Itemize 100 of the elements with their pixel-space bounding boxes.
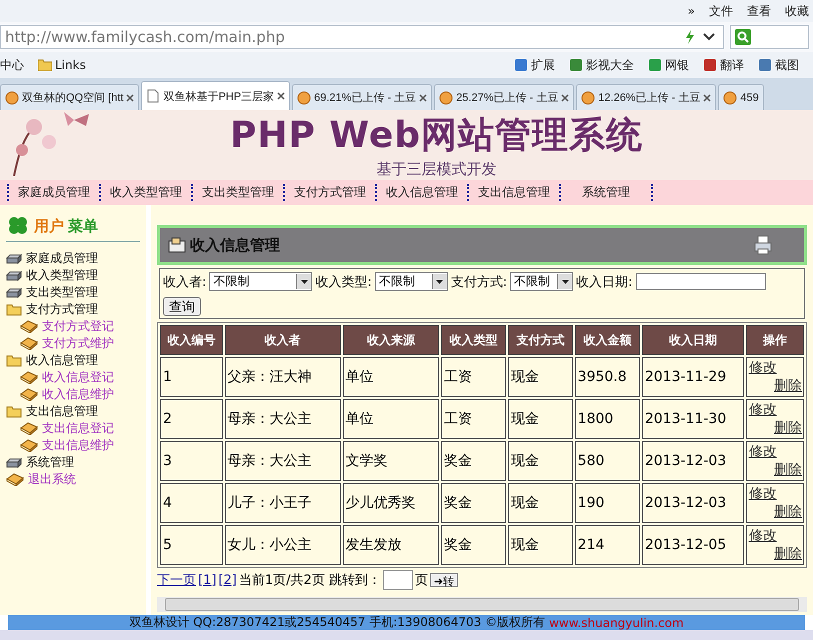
sidebar-link[interactable]: 支出信息登记 bbox=[42, 420, 114, 437]
sidebar-item[interactable]: 支出信息管理 bbox=[26, 403, 98, 420]
query-button[interactable]: 查询 bbox=[163, 297, 201, 316]
page-number-field[interactable] bbox=[382, 570, 413, 590]
action-link[interactable]: 删除 bbox=[774, 377, 802, 395]
footer-text: 双鱼林设计 QQ:287307421或254540457 手机:13908064703 ©版权所有 bbox=[129, 614, 546, 631]
column-header: 支付方式 bbox=[508, 325, 573, 355]
table-cell: 5 bbox=[160, 525, 223, 565]
sidebar-link[interactable]: 收入信息维护 bbox=[42, 386, 114, 403]
toolbar-button[interactable]: 影视大全 bbox=[586, 56, 634, 74]
action-link[interactable]: 修改 bbox=[748, 485, 777, 503]
toolbar-button[interactable]: 翻译 bbox=[720, 56, 744, 74]
toolbar-button[interactable]: 扩展 bbox=[531, 56, 555, 74]
caret-icon bbox=[436, 280, 444, 284]
table-cell: 580 bbox=[574, 441, 640, 481]
page-link[interactable]: [2] bbox=[218, 572, 237, 588]
table-cell: 现金 bbox=[508, 441, 573, 481]
sidebar-link[interactable]: 支出信息维护 bbox=[42, 437, 114, 454]
table-cell: 奖金 bbox=[441, 525, 506, 565]
action-link[interactable]: 修改 bbox=[748, 443, 777, 461]
action-link[interactable]: 修改 bbox=[748, 401, 777, 419]
go-button[interactable]: ➜转 bbox=[430, 573, 458, 587]
browser-tab[interactable]: 双鱼林的QQ空间 [htt bbox=[0, 84, 140, 110]
menu-item[interactable]: 收藏 bbox=[785, 2, 809, 20]
sidebar-item[interactable]: 收入信息管理 bbox=[26, 352, 98, 369]
sidebar-link[interactable]: 支付方式维护 bbox=[42, 335, 114, 352]
close-icon[interactable] bbox=[277, 92, 286, 100]
table-cell: 2013-11-30 bbox=[642, 399, 744, 439]
nav-link[interactable]: 家庭成员管理 bbox=[7, 184, 99, 201]
table-cell: 1800 bbox=[574, 399, 640, 439]
panel-title: 收入信息管理 bbox=[190, 236, 280, 254]
action-link[interactable]: 删除 bbox=[774, 419, 802, 437]
action-link[interactable]: 删除 bbox=[774, 545, 802, 563]
table-cell: 奖金 bbox=[441, 483, 506, 523]
close-icon[interactable] bbox=[126, 94, 134, 102]
browser-tab[interactable]: 12.26%已上传 - 土豆 bbox=[576, 84, 716, 110]
menu-item[interactable]: » bbox=[688, 4, 695, 18]
browser-tab[interactable]: 459 bbox=[718, 84, 764, 110]
select-field[interactable]: 不限制 bbox=[374, 272, 448, 291]
browser-tab[interactable]: 双鱼林基于PHP三层家 bbox=[141, 81, 290, 110]
table-cell: 现金 bbox=[508, 357, 573, 397]
nav-link[interactable]: 支付方式管理 bbox=[283, 184, 375, 201]
table-cell: 2 bbox=[160, 399, 223, 439]
select-field[interactable]: 不限制 bbox=[209, 272, 312, 291]
nav-link[interactable]: 收入信息管理 bbox=[375, 184, 467, 201]
toolbar-button[interactable]: 截图 bbox=[775, 56, 799, 74]
nav-link[interactable]: 支出信息管理 bbox=[467, 184, 559, 201]
sidebar-link[interactable]: 收入信息登记 bbox=[42, 369, 114, 386]
column-header: 收入类型 bbox=[441, 325, 506, 355]
toolbar-icon bbox=[758, 58, 772, 72]
bookmark-link[interactable]: Links bbox=[55, 58, 86, 72]
table-cell: 2013-12-03 bbox=[642, 441, 744, 481]
date-field[interactable] bbox=[636, 273, 766, 290]
toolbar-icon bbox=[514, 58, 528, 72]
address-field[interactable]: http://www.familycash.com/main.php bbox=[0, 25, 724, 49]
close-icon[interactable] bbox=[561, 94, 570, 102]
close-icon[interactable] bbox=[703, 94, 712, 102]
sidebar-item[interactable]: 收入类型管理 bbox=[26, 267, 98, 284]
close-icon[interactable] bbox=[419, 94, 428, 102]
sidebar-item[interactable]: 家庭成员管理 bbox=[26, 250, 98, 267]
next-page-link[interactable]: 下一页 bbox=[157, 571, 196, 589]
disk-icon bbox=[6, 286, 22, 298]
table-cell: 单位 bbox=[342, 399, 440, 439]
select-field[interactable]: 不限制 bbox=[510, 272, 574, 291]
browser-tab[interactable]: 69.21%已上传 - 土豆 bbox=[292, 84, 432, 110]
sidebar-item[interactable]: 支出类型管理 bbox=[26, 284, 98, 301]
sidebar-item[interactable]: 退出系统 bbox=[28, 471, 76, 488]
nav-link[interactable]: 支出类型管理 bbox=[191, 184, 283, 201]
book-icon bbox=[20, 422, 38, 435]
action-link[interactable]: 删除 bbox=[774, 461, 802, 479]
sidebar-link[interactable]: 支付方式登记 bbox=[42, 318, 114, 335]
browser-tab[interactable]: 25.27%已上传 - 土豆 bbox=[434, 84, 574, 110]
sidebar-item[interactable]: 支付方式管理 bbox=[26, 301, 98, 318]
printer-icon[interactable] bbox=[754, 235, 772, 255]
disk-icon bbox=[6, 456, 22, 468]
action-link[interactable]: 修改 bbox=[748, 527, 777, 545]
nav-link[interactable]: 收入类型管理 bbox=[99, 184, 191, 201]
book-icon bbox=[20, 439, 38, 452]
table-cell: 发生发放 bbox=[342, 525, 440, 565]
lightning-icon bbox=[685, 30, 695, 44]
bookmark-link[interactable]: 中心 bbox=[0, 56, 24, 74]
sidebar-item[interactable]: 系统管理 bbox=[26, 454, 74, 471]
book-icon bbox=[20, 320, 38, 333]
menu-title: 用户 bbox=[34, 216, 64, 236]
caret-icon bbox=[562, 280, 569, 284]
action-link[interactable]: 修改 bbox=[748, 359, 777, 377]
nav-link[interactable]: 系统管理 bbox=[559, 184, 653, 201]
table-cell: 少儿优秀奖 bbox=[342, 483, 440, 523]
page-unit: 页 bbox=[414, 572, 428, 589]
toolbar-button[interactable]: 网银 bbox=[665, 56, 689, 74]
column-header: 收入编号 bbox=[160, 325, 223, 355]
search-icon[interactable] bbox=[735, 29, 753, 45]
table-cell: 现金 bbox=[508, 483, 573, 523]
menu-item[interactable]: 查看 bbox=[747, 2, 771, 20]
action-link[interactable]: 删除 bbox=[774, 503, 802, 521]
table-cell: 奖金 bbox=[441, 441, 506, 481]
page-link[interactable]: [1] bbox=[198, 572, 216, 588]
filter-label: 收入类型: bbox=[315, 274, 372, 290]
horizontal-scrollbar[interactable] bbox=[157, 597, 807, 612]
menu-item[interactable]: 文件 bbox=[709, 2, 733, 20]
